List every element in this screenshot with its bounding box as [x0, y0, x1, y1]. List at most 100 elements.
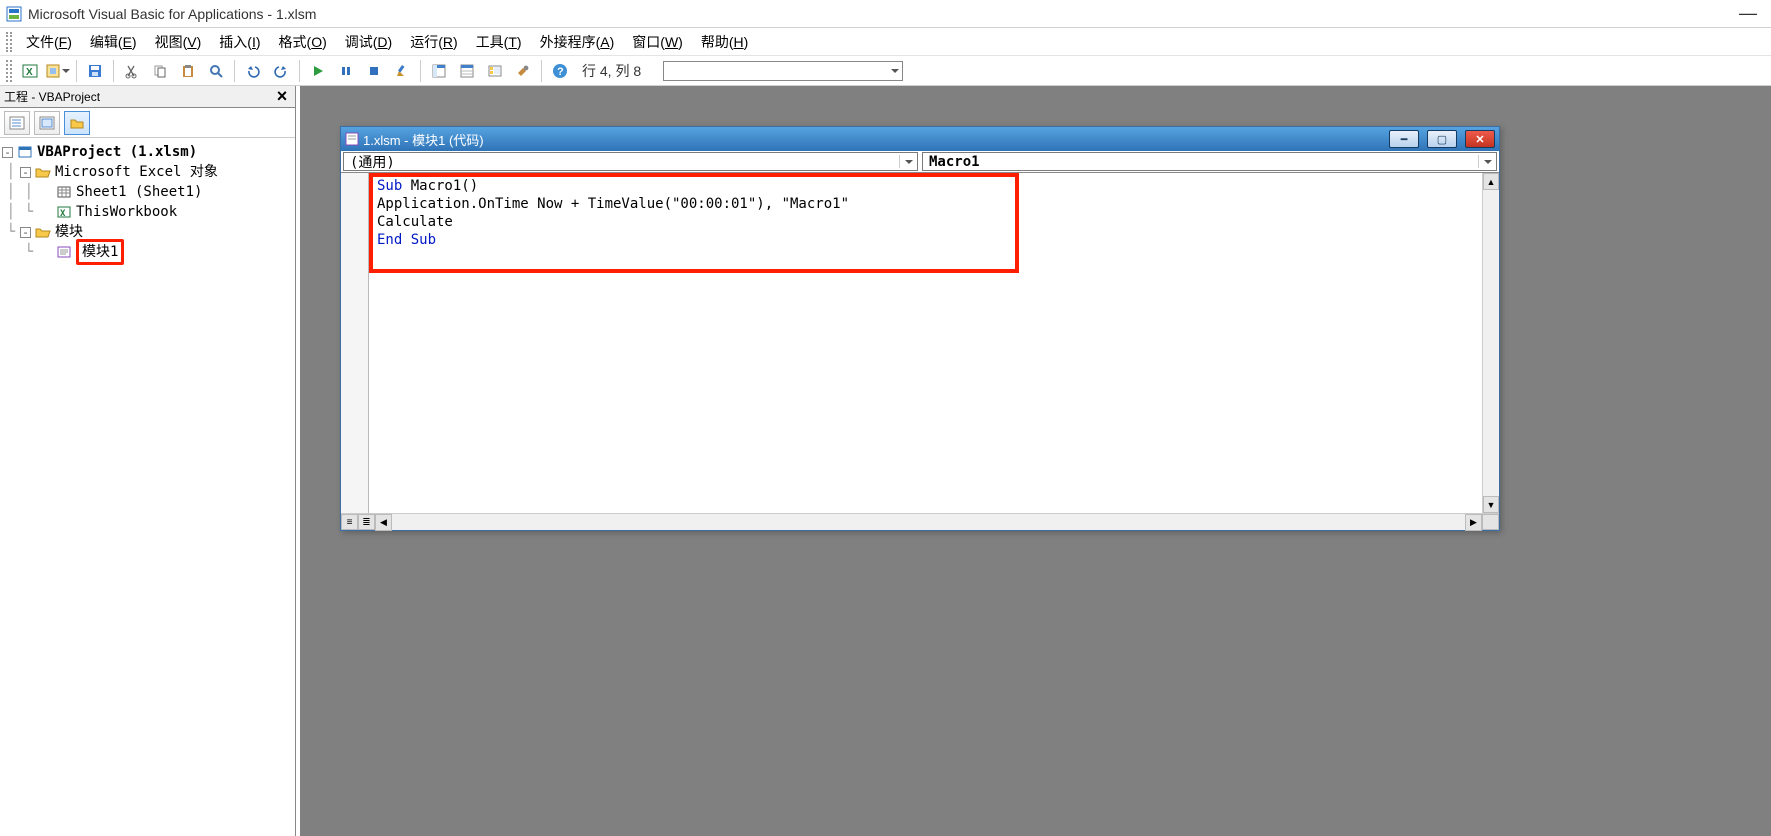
- object-dropdown[interactable]: (通用): [343, 152, 918, 171]
- tree-thisworkbook-label: ThisWorkbook: [76, 202, 177, 222]
- main-toolbar: X: [0, 56, 1771, 86]
- collapse-icon[interactable]: -: [20, 167, 31, 178]
- undo-icon[interactable]: [241, 59, 265, 83]
- code-window-titlebar[interactable]: 1.xlsm - 模块1 (代码) ━ ▢ ✕: [341, 127, 1499, 151]
- tree-root-label: VBAProject (1.xlsm): [37, 142, 197, 162]
- scroll-down-icon[interactable]: ▼: [1483, 496, 1499, 513]
- mdi-workspace: 1.xlsm - 模块1 (代码) ━ ▢ ✕ (通用) Macro1: [300, 86, 1771, 836]
- scroll-left-icon[interactable]: ◀: [375, 514, 392, 531]
- insert-object-icon[interactable]: [46, 59, 70, 83]
- tree-sheet1[interactable]: ││ Sheet1 (Sheet1): [2, 182, 293, 202]
- menu-bar: 文件(F) 编辑(E) 视图(V) 插入(I) 格式(O) 调试(D) 运行(R…: [0, 28, 1771, 56]
- cut-icon[interactable]: [120, 59, 144, 83]
- menu-file[interactable]: 文件(F): [18, 30, 80, 54]
- tree-excel-objects-label: Microsoft Excel 对象: [55, 162, 218, 182]
- code-editor[interactable]: Sub Macro1() Application.OnTime Now + Ti…: [369, 173, 1482, 513]
- break-icon[interactable]: [334, 59, 358, 83]
- svg-text:X: X: [26, 67, 33, 78]
- chevron-down-icon[interactable]: [1478, 155, 1494, 168]
- tree-excel-objects-folder[interactable]: │ - Microsoft Excel 对象: [2, 162, 293, 182]
- menu-help[interactable]: 帮助(H): [693, 30, 756, 54]
- code-window-maximize-button[interactable]: ▢: [1427, 130, 1457, 148]
- code-window: 1.xlsm - 模块1 (代码) ━ ▢ ✕ (通用) Macro1: [340, 126, 1500, 531]
- menu-edit[interactable]: 编辑(E): [82, 30, 145, 54]
- find-icon[interactable]: [204, 59, 228, 83]
- redo-icon[interactable]: [269, 59, 293, 83]
- menu-run[interactable]: 运行(R): [402, 30, 465, 54]
- menu-tools[interactable]: 工具(T): [468, 30, 530, 54]
- run-icon[interactable]: [306, 59, 330, 83]
- procedure-dropdown-value: Macro1: [929, 154, 980, 170]
- folder-open-icon: [35, 224, 51, 240]
- project-tree[interactable]: - VBAProject (1.xlsm) │ - Microsoft Exce…: [0, 138, 295, 836]
- save-icon[interactable]: [83, 59, 107, 83]
- project-explorer-close-button[interactable]: ×: [273, 88, 291, 106]
- tree-modules-folder[interactable]: └ - 模块: [2, 222, 293, 242]
- tree-thisworkbook[interactable]: │└ X ThisWorkbook: [2, 202, 293, 222]
- copy-icon[interactable]: [148, 59, 172, 83]
- menu-addins[interactable]: 外接程序(A): [532, 30, 623, 54]
- app-title-bar: Microsoft Visual Basic for Applications …: [0, 0, 1771, 28]
- design-mode-icon[interactable]: [390, 59, 414, 83]
- horizontal-scrollbar[interactable]: ≡ ≣ ◀ ▶: [341, 513, 1499, 530]
- menu-debug[interactable]: 调试(D): [337, 30, 400, 54]
- project-explorer-header: 工程 - VBAProject ×: [0, 86, 295, 108]
- view-code-button[interactable]: [4, 111, 30, 135]
- window-minimize-button[interactable]: —: [1731, 3, 1765, 24]
- worksheet-icon: [56, 184, 72, 200]
- tree-module1-label: 模块1: [82, 244, 118, 260]
- app-title-text: Microsoft Visual Basic for Applications …: [28, 6, 316, 22]
- properties-window-icon[interactable]: [455, 59, 479, 83]
- scroll-track[interactable]: [392, 514, 1465, 530]
- project-explorer-toolbar: [0, 108, 295, 138]
- procedure-dropdown[interactable]: Macro1: [922, 152, 1497, 171]
- project-explorer-title: 工程 - VBAProject: [4, 88, 100, 105]
- code-window-close-button[interactable]: ✕: [1465, 130, 1495, 148]
- view-excel-icon[interactable]: X: [18, 59, 42, 83]
- code-gutter: [341, 173, 369, 513]
- menu-format[interactable]: 格式(O): [271, 30, 335, 54]
- code-body: Sub Macro1() Application.OnTime Now + Ti…: [341, 173, 1499, 513]
- app-icon: [6, 6, 22, 22]
- folder-open-icon: [35, 164, 51, 180]
- tree-sheet1-label: Sheet1 (Sheet1): [76, 182, 202, 202]
- object-dropdown-value: (通用): [350, 152, 395, 172]
- workbook-icon: X: [56, 204, 72, 220]
- procedure-view-button[interactable]: ≡: [341, 514, 358, 530]
- code-dropdown-bar: (通用) Macro1: [341, 151, 1499, 173]
- project-icon: [17, 144, 33, 160]
- chevron-down-icon[interactable]: [899, 155, 915, 168]
- main-area: 工程 - VBAProject × - VBAProject (1.xlsm) …: [0, 86, 1771, 836]
- paste-icon[interactable]: [176, 59, 200, 83]
- scroll-track[interactable]: [1483, 190, 1499, 496]
- tree-module1[interactable]: └ 模块1: [2, 242, 293, 262]
- menu-insert[interactable]: 插入(I): [211, 30, 268, 54]
- svg-text:?: ?: [557, 66, 564, 78]
- collapse-icon[interactable]: -: [2, 147, 13, 158]
- object-browser-icon[interactable]: [483, 59, 507, 83]
- menu-grip-icon: [6, 32, 12, 52]
- code-window-minimize-button[interactable]: ━: [1389, 130, 1419, 148]
- search-dropdown-icon[interactable]: [891, 69, 899, 73]
- module-icon: [345, 132, 359, 146]
- view-object-button[interactable]: [34, 111, 60, 135]
- collapse-icon[interactable]: -: [20, 227, 31, 238]
- full-module-view-button[interactable]: ≣: [358, 514, 375, 530]
- module-icon: [56, 244, 72, 260]
- project-explorer-icon[interactable]: [427, 59, 451, 83]
- toolbox-icon[interactable]: [511, 59, 535, 83]
- toggle-folders-button[interactable]: [64, 111, 90, 135]
- toolbar-grip-icon: [6, 60, 12, 82]
- scroll-up-icon[interactable]: ▲: [1483, 173, 1499, 190]
- tree-root-vbaproject[interactable]: - VBAProject (1.xlsm): [2, 142, 293, 162]
- help-icon[interactable]: ?: [548, 59, 572, 83]
- menu-window[interactable]: 窗口(W): [624, 30, 691, 54]
- project-explorer-panel: 工程 - VBAProject × - VBAProject (1.xlsm) …: [0, 86, 296, 836]
- vertical-scrollbar[interactable]: ▲ ▼: [1482, 173, 1499, 513]
- menu-view[interactable]: 视图(V): [147, 30, 210, 54]
- resize-grip-icon[interactable]: [1482, 514, 1499, 530]
- cursor-position-label: 行 4, 列 8: [582, 61, 641, 81]
- toolbar-search-input[interactable]: [663, 61, 903, 81]
- scroll-right-icon[interactable]: ▶: [1465, 514, 1482, 531]
- reset-icon[interactable]: [362, 59, 386, 83]
